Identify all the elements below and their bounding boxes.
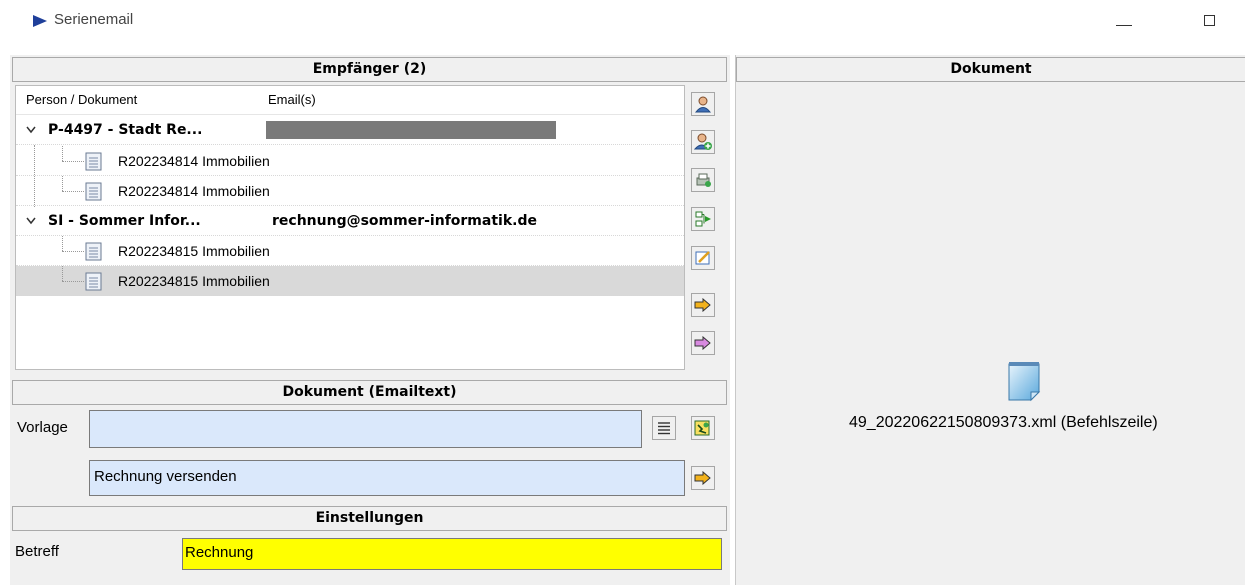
list-icon: [658, 422, 670, 435]
column-header-person[interactable]: Person / Dokument: [26, 92, 137, 107]
tree-doc-row-selected[interactable]: R202234815 Immobilien: [16, 266, 684, 296]
document-icon: [85, 272, 102, 291]
betreff-input[interactable]: Rechnung: [182, 538, 722, 570]
play-icon: [33, 15, 47, 27]
add-person-button[interactable]: [691, 130, 715, 154]
arrow-right-icon: [694, 298, 711, 312]
person-button[interactable]: [691, 92, 715, 116]
arrow-orange-button-2[interactable]: [691, 466, 715, 490]
document-icon: [85, 152, 102, 171]
tree-doc-row[interactable]: R202234814 Immobilien: [16, 145, 684, 207]
template-icon: [694, 420, 710, 436]
window-title: Serienemail: [54, 11, 134, 28]
chevron-down-icon[interactable]: [26, 217, 36, 225]
arrow-purple-button[interactable]: [691, 331, 715, 355]
structure-forward-button[interactable]: [691, 207, 715, 231]
vorlage-label: Vorlage: [17, 419, 68, 436]
betreff-label: Betreff: [15, 543, 59, 560]
title-bar: Serienemail: [0, 0, 1245, 46]
redacted-email: [266, 121, 556, 139]
doc-label: R202234815 Immobilien: [118, 273, 270, 289]
document-icon: [85, 242, 102, 261]
tree-doc-row[interactable]: R202234815 Immobilien: [16, 236, 684, 266]
group-name: SI - Sommer Infor...: [48, 213, 201, 229]
print-button[interactable]: [691, 168, 715, 192]
subject-input[interactable]: Rechnung versenden: [89, 460, 685, 496]
group-name: P-4497 - Stadt Re...: [48, 122, 203, 138]
vorlage-input[interactable]: [89, 410, 642, 448]
doc-label: R202234814 Immobilien: [118, 153, 270, 169]
tree-doc-row[interactable]: R202234814 Immobilien: [16, 176, 684, 206]
document-filename[interactable]: 49_20220622150809373.xml (Befehlszeile): [849, 414, 1158, 432]
column-header-email[interactable]: Email(s): [268, 92, 316, 107]
list-button[interactable]: [652, 416, 676, 440]
tree-group-row[interactable]: SI - Sommer Infor... rechnung@sommer-inf…: [16, 206, 684, 236]
doc-label: R202234814 Immobilien: [118, 183, 270, 199]
document-pane: [735, 55, 1245, 585]
notepad-icon[interactable]: [1003, 360, 1045, 402]
minimize-button[interactable]: [1104, 8, 1144, 38]
add-person-icon: [694, 133, 712, 150]
edit-icon: [695, 251, 710, 265]
document-icon: [85, 182, 102, 201]
recipients-header: Empfänger (2): [12, 57, 727, 82]
tree-group-row[interactable]: P-4497 - Stadt Re...: [16, 115, 684, 145]
tree-arrow-icon: [695, 211, 711, 227]
document-header: Dokument: [736, 57, 1245, 82]
printer-icon: [696, 173, 711, 187]
edit-button[interactable]: [691, 246, 715, 270]
doc-label: R202234815 Immobilien: [118, 243, 270, 259]
group-email: rechnung@sommer-informatik.de: [272, 213, 537, 229]
arrow-orange-button[interactable]: [691, 293, 715, 317]
arrow-right-icon: [694, 471, 711, 485]
arrow-right-icon: [694, 336, 711, 350]
person-icon: [694, 96, 712, 113]
template-select-button[interactable]: [691, 416, 715, 440]
email-document-header: Dokument (Emailtext): [12, 380, 727, 405]
settings-header: Einstellungen: [12, 506, 727, 531]
recipients-tree[interactable]: Person / Dokument Email(s) P-4497 - Stad…: [15, 85, 685, 370]
chevron-down-icon[interactable]: [26, 126, 36, 134]
maximize-button[interactable]: [1190, 8, 1230, 38]
